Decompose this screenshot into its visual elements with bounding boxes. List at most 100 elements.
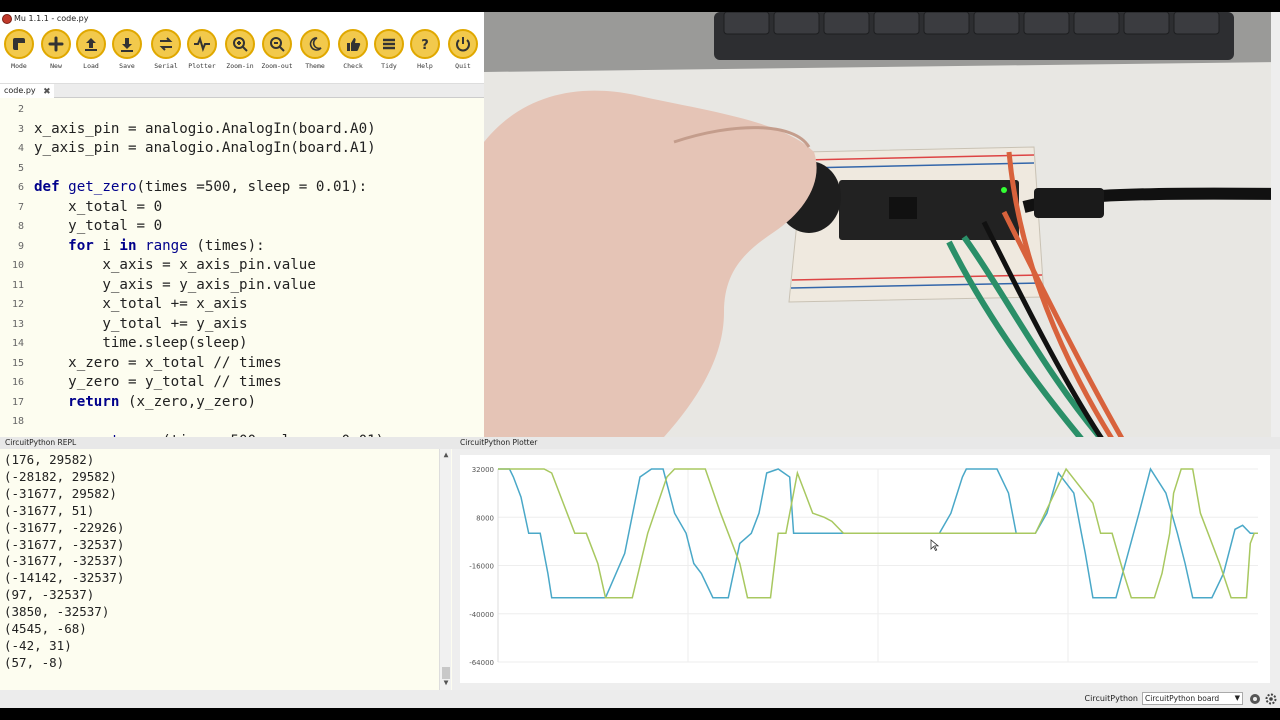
code-line: 5 xyxy=(0,159,484,179)
theme-button[interactable]: Theme xyxy=(298,29,332,81)
camera-scene xyxy=(484,12,1280,437)
serial-button[interactable]: Serial xyxy=(149,29,183,81)
scroll-up-icon[interactable]: ▲ xyxy=(441,450,451,459)
plus-icon xyxy=(41,29,71,59)
mode-button[interactable]: Mode xyxy=(2,29,36,81)
toolbar-button-label: Plotter xyxy=(188,62,216,70)
code-editor[interactable]: 2 3 x_axis_pin = analogio.AnalogIn(board.A… xyxy=(0,98,484,437)
zoom-in-icon xyxy=(225,29,255,59)
help-button[interactable]: ? Help xyxy=(408,29,442,81)
code-line: 17 return (x_zero,y_zero) xyxy=(0,393,484,413)
code-line: 14 time.sleep(sleep) xyxy=(0,334,484,354)
plot-area: 32000 8000 -16000 -40000 -64000 xyxy=(460,455,1270,683)
y-tick-label: 8000 xyxy=(476,514,494,522)
repl-line: (3850, -32537) xyxy=(4,604,110,620)
repl-line: (97, -32537) xyxy=(4,587,95,603)
moon-icon xyxy=(300,29,330,59)
code-line: 8 y_total = 0 xyxy=(0,217,484,237)
scroll-down-icon[interactable]: ▼ xyxy=(441,678,451,687)
toolbar: Mode New Load Save Serial Plotter Zoom-in Zoom-… xyxy=(0,26,484,84)
code-text: return (x_zero,y_zero) xyxy=(68,393,257,410)
window-titlebar: Mu 1.1.1 - code.py xyxy=(0,12,484,26)
line-number: 12 xyxy=(11,299,24,310)
code-line: 6 def get_zero(times =500, sleep = 0.01): xyxy=(0,178,484,198)
zoom-in-button[interactable]: Zoom-in xyxy=(223,29,257,81)
repl-scrollbar[interactable]: ▲ ▼ xyxy=(439,449,451,690)
repl-line: (4545, -68) xyxy=(4,621,87,636)
load-button[interactable]: Load xyxy=(74,29,108,81)
file-tab-bar: code.py ✖ xyxy=(0,84,484,98)
quit-button[interactable]: Quit xyxy=(446,29,480,81)
check-button[interactable]: Check xyxy=(336,29,370,81)
code-text: x_total = 0 xyxy=(34,198,163,215)
code-line: 7 x_total = 0 xyxy=(0,198,484,218)
plotter-pane: 32000 8000 -16000 -40000 -64000 xyxy=(452,449,1280,690)
plotter-button[interactable]: Plotter xyxy=(185,29,219,81)
toolbar-button-label: Help xyxy=(417,62,433,70)
line-number: 13 xyxy=(11,318,24,330)
code-line: 10 x_axis = x_axis_pin.value xyxy=(0,256,484,276)
tab-label: code.py xyxy=(4,86,36,95)
repl-line: (-42, 31) xyxy=(4,637,72,653)
toolbar-button-label: Zoom-out xyxy=(261,62,293,70)
line-number: 8 xyxy=(17,221,24,232)
toolbar-button-label: Check xyxy=(343,62,363,70)
line-chart: 32000 8000 -16000 -40000 -64000 xyxy=(469,466,1258,667)
toolbar-button-label: Mode xyxy=(11,62,27,70)
code-text: x_axis = x_axis_pin.value xyxy=(34,257,316,273)
question-icon: ? xyxy=(410,29,440,59)
code-text: x_axis_pin = analogio.AnalogIn(board.A0) xyxy=(34,120,376,137)
code-text: x_total += x_axis xyxy=(34,296,248,312)
code-line: 3 x_axis_pin = analogio.AnalogIn(board.A0… xyxy=(0,120,484,140)
repl-pane[interactable]: (176, 29582) (-28182, 29582) (-31677, 2958… xyxy=(0,449,452,690)
toolbar-button-label: New xyxy=(50,62,62,70)
code-text: y_total = 0 xyxy=(34,218,163,234)
mode-icon xyxy=(4,29,34,59)
chevron-down-icon: ▼ xyxy=(1234,694,1240,702)
mu-logo-icon xyxy=(2,14,12,24)
y-tick-label: -16000 xyxy=(469,563,494,571)
gear-icon[interactable] xyxy=(1265,693,1277,705)
tab-close-icon[interactable]: ✖ xyxy=(43,85,51,99)
line-number: 4 xyxy=(17,143,24,154)
device-select[interactable]: CircuitPython board ▼ xyxy=(1142,692,1243,705)
repl-line: (176, 29582) xyxy=(4,452,95,467)
repl-line: (57, -8) xyxy=(4,654,65,670)
mu-editor-window: Mu 1.1.1 - code.py Mode New Load Save Serial… xyxy=(0,12,484,437)
code-line: 13 y_total += y_axis xyxy=(0,315,484,335)
repl-line: (-14142, -32537) xyxy=(4,570,125,586)
code-text: time.sleep(sleep) xyxy=(34,335,248,351)
code-text: for i in range (times): xyxy=(68,237,265,254)
y-tick-label: -64000 xyxy=(469,659,494,667)
line-number: 9 xyxy=(17,240,24,252)
code-text: y_axis_pin = analogio.AnalogIn(board.A1) xyxy=(34,140,376,156)
y-tick-label: 32000 xyxy=(472,466,494,474)
tidy-button[interactable]: Tidy xyxy=(372,29,406,81)
repl-line: (-31677, -32537) xyxy=(4,536,125,552)
save-button[interactable]: Save xyxy=(110,29,144,81)
new-button[interactable]: New xyxy=(39,29,73,81)
line-number: 6 xyxy=(17,182,24,193)
line-number: 5 xyxy=(17,162,24,174)
mode-label: CircuitPython xyxy=(1084,694,1138,703)
pulse-icon xyxy=(187,29,217,59)
repl-pane-header: CircuitPython REPL xyxy=(0,437,452,449)
video-letterbox-top xyxy=(0,0,1280,12)
line-number: 18 xyxy=(11,416,24,427)
toolbar-button-label: Load xyxy=(83,62,99,70)
line-number: 3 xyxy=(17,123,24,135)
code-line: 16 y_zero = y_total // times xyxy=(0,373,484,393)
camera-view xyxy=(484,12,1280,437)
list-icon xyxy=(374,29,404,59)
line-number: 10 xyxy=(11,260,24,271)
camera-scrollbar[interactable] xyxy=(1271,12,1280,437)
toolbar-button-label: Tidy xyxy=(381,62,397,70)
line-number: 7 xyxy=(17,201,24,213)
line-number: 17 xyxy=(11,396,24,408)
chip-icon[interactable] xyxy=(1249,693,1261,705)
status-bar: CircuitPython CircuitPython board ▼ xyxy=(0,690,1280,708)
line-number: 11 xyxy=(11,279,24,291)
tab-code-py[interactable]: code.py ✖ xyxy=(0,84,54,98)
zoom-out-button[interactable]: Zoom-out xyxy=(260,29,294,81)
repl-line: (-31677, 51) xyxy=(4,502,95,518)
